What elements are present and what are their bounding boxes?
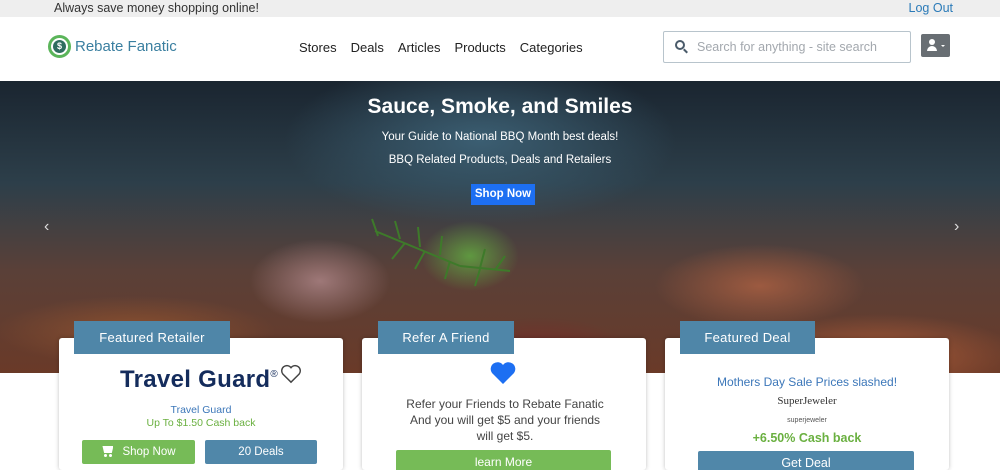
refer-description: Refer your Friends to Rebate Fanatic And… — [406, 397, 604, 443]
deals-count-button[interactable]: 20 Deals — [205, 440, 317, 464]
superjeweler-logo[interactable]: SuperJeweler — [665, 395, 949, 407]
user-icon — [929, 39, 935, 45]
user-menu-button[interactable] — [921, 34, 950, 57]
deal-store-name: superjeweler — [787, 417, 827, 424]
cart-icon — [101, 446, 114, 457]
heart-icon — [490, 362, 516, 384]
retailer-name[interactable]: Travel Guard — [59, 404, 343, 416]
logo-text: Rebate Fanatic — [75, 38, 177, 55]
logo-icon: $ — [48, 35, 71, 58]
deal-cashback: +6.50% Cash back — [752, 431, 862, 445]
main-nav: Stores Deals Articles Products Categorie… — [299, 40, 597, 55]
learn-more-button[interactable]: learn More — [396, 450, 611, 470]
retailer-cashback: Up To $1.50 Cash back — [146, 417, 256, 429]
caret-down-icon — [941, 45, 945, 47]
carousel-prev-icon[interactable]: ‹ — [44, 219, 54, 235]
nav-categories[interactable]: Categories — [520, 40, 583, 55]
logout-link[interactable]: Log Out — [909, 1, 953, 15]
tagline: Always save money shopping online! — [54, 1, 259, 15]
refer-friend-tab: Refer A Friend — [378, 321, 514, 354]
featured-retailer-tab: Featured Retailer — [74, 321, 230, 354]
travel-guard-logo[interactable]: Travel Guard® — [120, 366, 278, 394]
carousel-next-icon[interactable]: › — [954, 219, 964, 235]
search-placeholder: Search for anything - site search — [697, 40, 877, 54]
hero-subtitle-2: BBQ Related Products, Deals and Retailer… — [388, 154, 612, 166]
nav-stores[interactable]: Stores — [299, 40, 337, 55]
nav-deals[interactable]: Deals — [351, 40, 384, 55]
featured-deal-tab: Featured Deal — [680, 321, 815, 354]
hero-shop-now-button[interactable]: Shop Now — [471, 184, 535, 205]
nav-articles[interactable]: Articles — [398, 40, 441, 55]
hero-subtitle: Your Guide to National BBQ Month best de… — [381, 131, 619, 143]
deal-title[interactable]: Mothers Day Sale Prices slashed! — [665, 375, 949, 389]
shop-now-button[interactable]: Shop Now — [82, 440, 195, 464]
hero-title: Sauce, Smoke, and Smiles — [367, 95, 633, 118]
top-bar: Always save money shopping online! Log O… — [0, 0, 1000, 17]
search-icon — [675, 40, 689, 54]
site-logo[interactable]: $ Rebate Fanatic — [48, 35, 177, 58]
nav-products[interactable]: Products — [454, 40, 505, 55]
favorite-heart-icon[interactable] — [280, 364, 302, 384]
site-header: $ Rebate Fanatic Stores Deals Articles P… — [0, 17, 1000, 81]
search-input[interactable]: Search for anything - site search — [663, 31, 911, 63]
get-deal-button[interactable]: Get Deal — [698, 451, 914, 470]
